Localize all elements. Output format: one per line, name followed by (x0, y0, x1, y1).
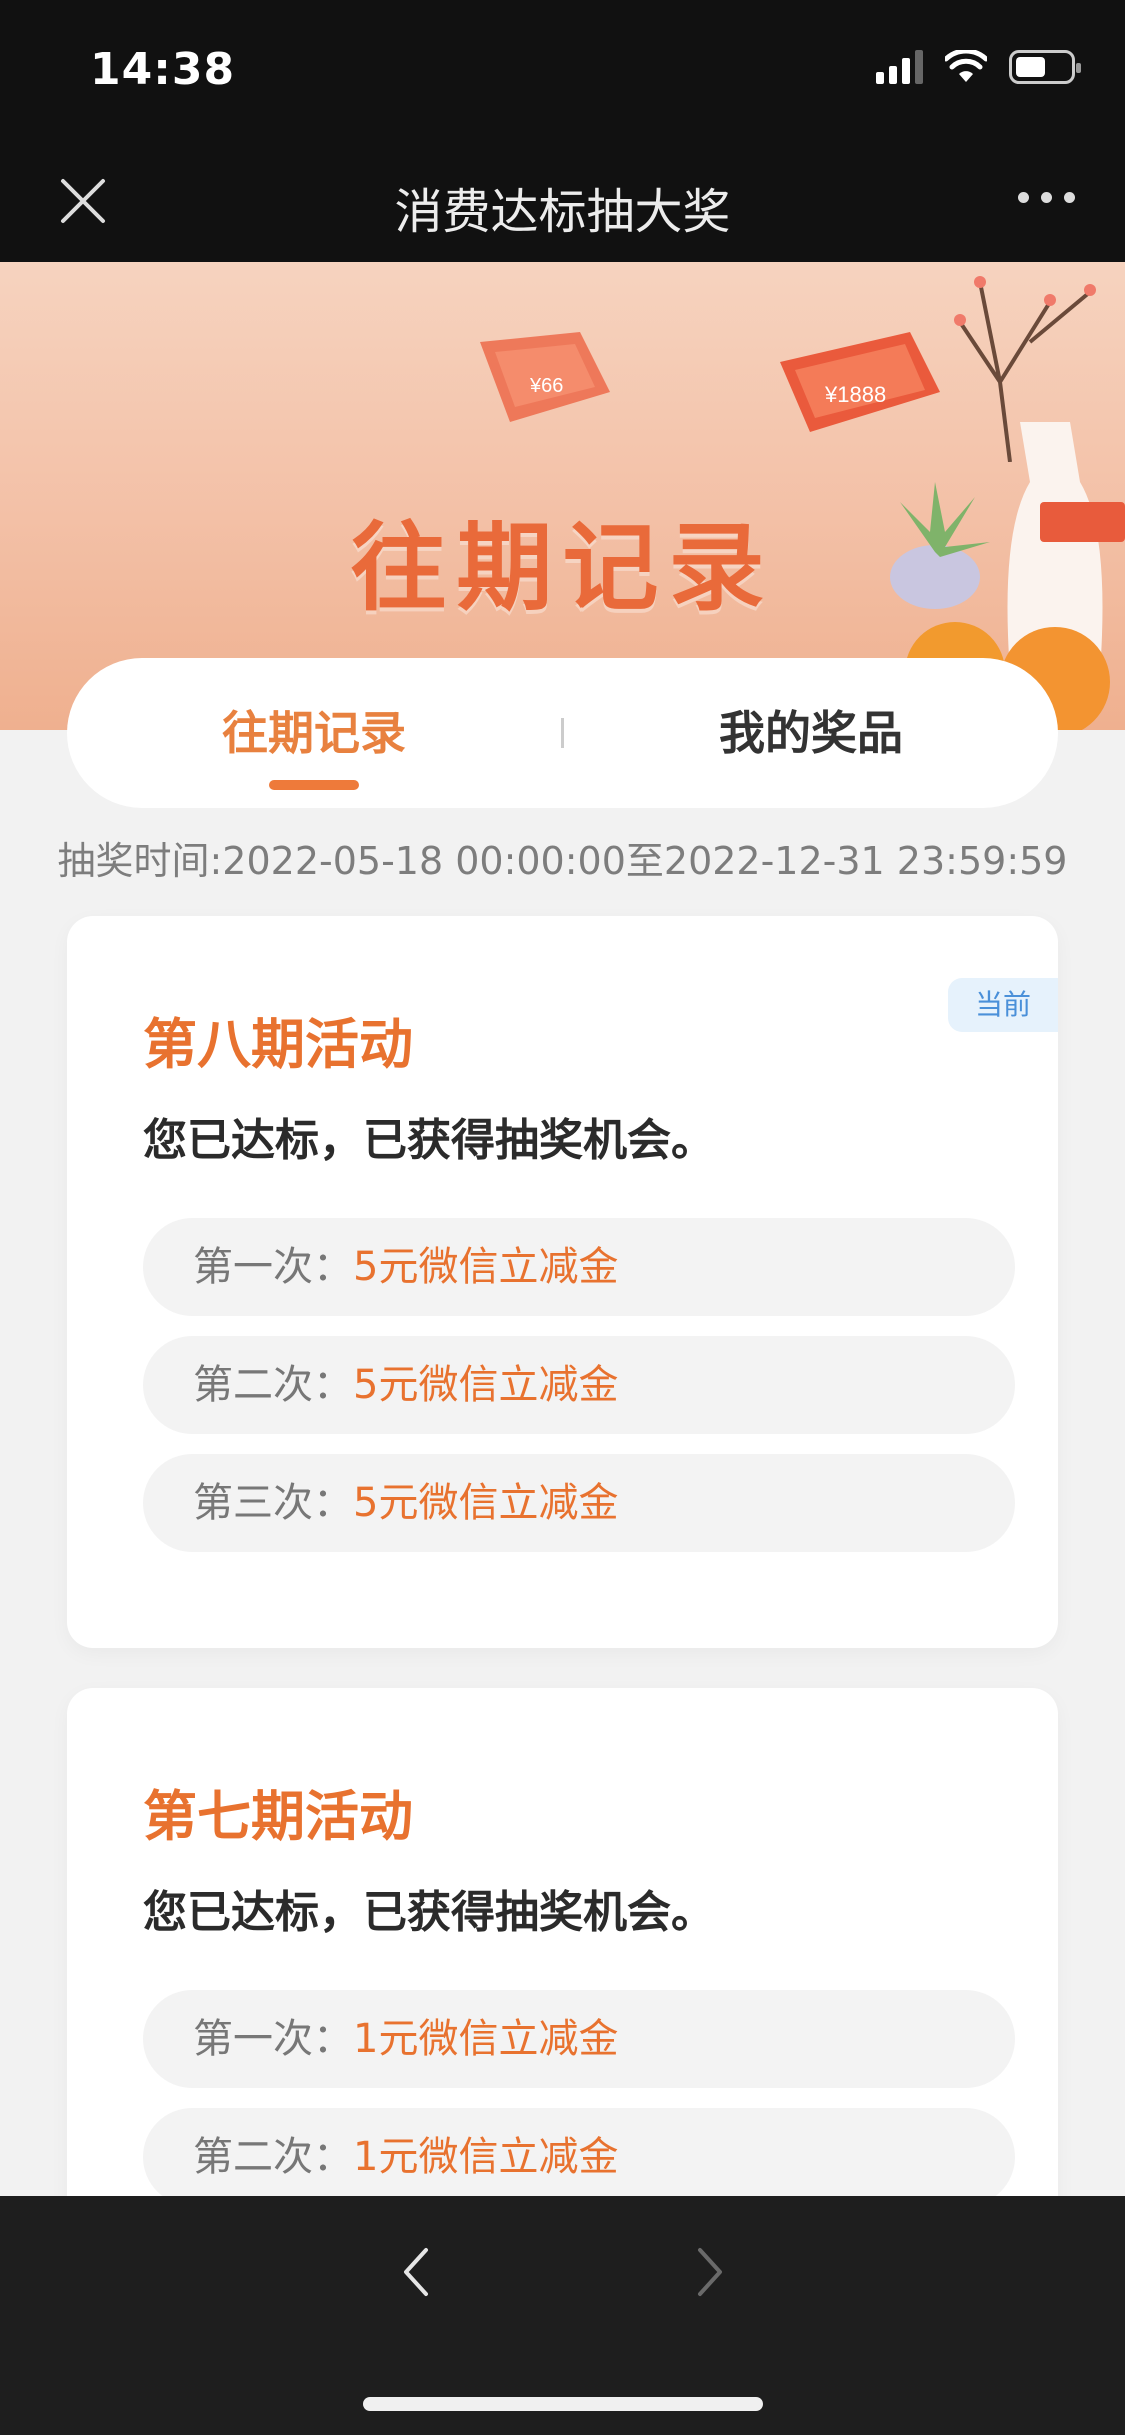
prize-label: 第一次： (193, 2016, 353, 2062)
prize-value: 5元微信立减金 (353, 1362, 619, 1408)
more-dots-icon[interactable] (1018, 192, 1075, 203)
chevron-right-icon[interactable] (684, 2242, 734, 2302)
battery-icon (1009, 50, 1081, 84)
prize-row: 第一次：1元微信立减金 (143, 1990, 1015, 2088)
activity-card: 当前 第八期活动 您已达标，已获得抽奖机会。 第一次：5元微信立减金 第二次：5… (67, 916, 1058, 1648)
activity-status: 您已达标，已获得抽奖机会。 (143, 1887, 715, 1938)
status-icons (876, 50, 1081, 84)
prize-value: 1元微信立减金 (353, 2134, 619, 2180)
prize-value: 5元微信立减金 (353, 1480, 619, 1526)
wifi-icon (945, 50, 987, 82)
activity-status: 您已达标，已获得抽奖机会。 (143, 1115, 715, 1166)
page-title: 消费达标抽大奖 (394, 184, 731, 240)
prize-row: 第一次：5元微信立减金 (143, 1218, 1015, 1316)
status-bar: 14:38 (0, 0, 1125, 140)
tab-my-prizes[interactable]: 我的奖品 (564, 658, 1058, 808)
chevron-left-icon[interactable] (392, 2242, 442, 2302)
tab-bar: 往期记录 我的奖品 (67, 658, 1058, 808)
prize-label: 第二次： (193, 1362, 353, 1408)
current-badge: 当前 (948, 978, 1058, 1032)
prize-row: 第二次：5元微信立减金 (143, 1336, 1015, 1434)
signal-icon (876, 50, 923, 84)
tab-label: 往期记录 (222, 706, 406, 760)
activity-title: 第八期活动 (143, 1013, 413, 1076)
active-tab-indicator (269, 780, 359, 790)
tab-label: 我的奖品 (719, 706, 903, 760)
prize-value: 1元微信立减金 (353, 2016, 619, 2062)
draw-time-range: 抽奖时间:2022-05-18 00:00:00至2022-12-31 23:5… (57, 839, 1068, 883)
prize-label: 第一次： (193, 1244, 353, 1290)
home-indicator (363, 2397, 763, 2411)
status-time: 14:38 (90, 44, 236, 95)
svg-text:¥1888: ¥1888 (824, 382, 886, 407)
banner-title: 往期记录 (350, 512, 775, 624)
red-envelope-left-decoration: ¥66 (480, 332, 610, 422)
svg-text:¥66: ¥66 (529, 375, 563, 397)
tab-past-records[interactable]: 往期记录 (67, 658, 561, 808)
prize-label: 第三次： (193, 1480, 353, 1526)
prize-row: 第三次：5元微信立减金 (143, 1454, 1015, 1552)
prize-value: 5元微信立减金 (353, 1244, 619, 1290)
prize-row: 第二次：1元微信立减金 (143, 2108, 1015, 2206)
prize-label: 第二次： (193, 2134, 353, 2180)
nav-bar: 消费达标抽大奖 (0, 140, 1125, 262)
activity-title: 第七期活动 (143, 1785, 413, 1848)
